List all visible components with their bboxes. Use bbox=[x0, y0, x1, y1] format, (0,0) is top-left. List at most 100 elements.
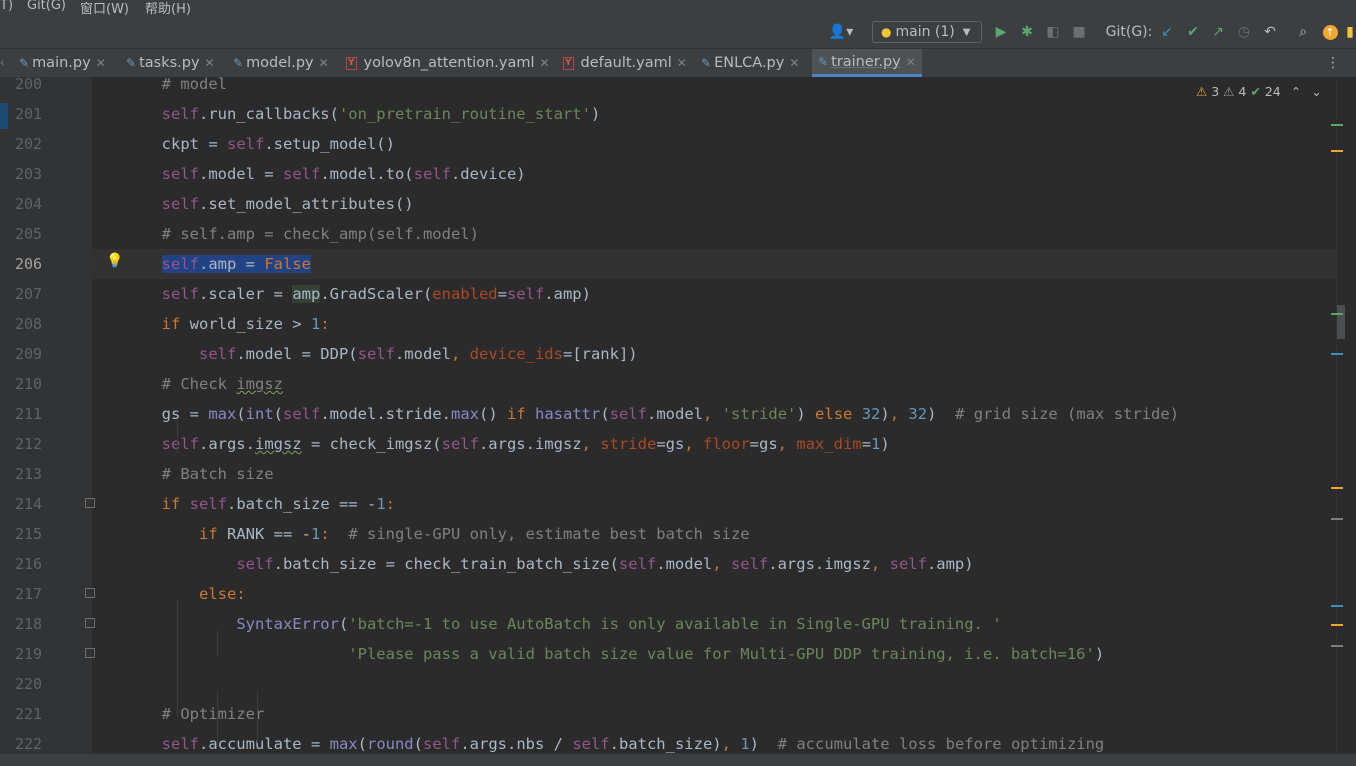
editor-scrollbar[interactable] bbox=[1336, 77, 1356, 753]
code-line[interactable]: self.set_model_attributes() bbox=[87, 189, 414, 219]
plugin-icon[interactable]: ▮ bbox=[1344, 16, 1356, 48]
weak-warning-icon: ⚠ bbox=[1223, 83, 1235, 99]
code-line[interactable]: self.model = self.model.to(self.device) bbox=[87, 159, 526, 189]
line-number: 220 bbox=[15, 675, 43, 693]
prev-highlight-icon[interactable]: ⌃ bbox=[1291, 84, 1301, 99]
tab-default-yaml[interactable]: Y default.yaml ✕ bbox=[563, 49, 687, 77]
python-file-icon: ✎ bbox=[701, 56, 712, 70]
close-icon[interactable]: ✕ bbox=[906, 55, 916, 69]
tab-label: yolov8n_attention.yaml bbox=[363, 55, 535, 71]
menu-bar: T) Git(G) 窗口(W) 帮助(H) bbox=[0, 0, 1356, 16]
code-line[interactable]: self.batch_size = check_train_batch_size… bbox=[87, 549, 973, 579]
info-marker bbox=[1331, 353, 1343, 355]
tab-yolov8n-attention-yaml[interactable]: Y yolov8n_attention.yaml ✕ bbox=[346, 49, 550, 77]
tab-label: ENLCA.py bbox=[714, 55, 785, 71]
line-number: 212 bbox=[15, 435, 43, 453]
code-line[interactable]: # Optimizer bbox=[87, 699, 265, 729]
close-icon[interactable]: ✕ bbox=[677, 56, 687, 70]
typo-check-icon: ✔ bbox=[1250, 83, 1261, 99]
code-line[interactable]: if self.batch_size == -1: bbox=[87, 489, 395, 519]
search-icon[interactable]: ⌕ bbox=[1292, 16, 1314, 48]
ok-count: 24 bbox=[1264, 83, 1281, 99]
close-icon[interactable]: ✕ bbox=[789, 56, 799, 70]
line-number: 201 bbox=[15, 105, 43, 123]
line-number: 200 bbox=[15, 77, 43, 93]
code-line[interactable]: self.args.imgsz = check_imgsz(self.args.… bbox=[87, 429, 890, 459]
line-number: 219 bbox=[15, 645, 43, 663]
fold-marker-icon[interactable] bbox=[85, 618, 95, 628]
line-number: 206 bbox=[15, 255, 43, 273]
code-line[interactable]: # Batch size bbox=[87, 459, 274, 489]
code-line[interactable]: self.run_callbacks('on_pretrain_routine_… bbox=[87, 99, 601, 129]
indent-guide bbox=[177, 600, 178, 717]
python-file-icon: ✎ bbox=[233, 56, 244, 70]
code-line[interactable]: if world_size > 1: bbox=[87, 309, 330, 339]
lightbulb-icon[interactable]: 💡 bbox=[106, 253, 123, 269]
fold-marker-icon[interactable] bbox=[85, 498, 95, 508]
line-number: 213 bbox=[15, 465, 43, 483]
tab-model-py[interactable]: ✎ model.py ✕ bbox=[233, 49, 329, 77]
code-line[interactable]: SyntaxError('batch=-1 to use AutoBatch i… bbox=[87, 609, 1001, 639]
debug-icon[interactable]: ✱ bbox=[1016, 16, 1038, 48]
close-icon[interactable]: ✕ bbox=[319, 56, 329, 70]
tab-trainer-py[interactable]: ✎ trainer.py ✕ bbox=[812, 49, 922, 77]
line-number: 204 bbox=[15, 195, 43, 213]
tab-main-py[interactable]: ✎ main.py ✕ bbox=[19, 49, 106, 77]
code-line[interactable]: else: bbox=[87, 579, 246, 609]
python-icon: ● bbox=[881, 25, 892, 39]
inspection-widget[interactable]: ⚠ 3 ⚠ 4 ✔ 24 ⌃ ⌄ bbox=[1196, 80, 1326, 102]
scrollbar-thumb[interactable] bbox=[1337, 305, 1345, 339]
line-number: 208 bbox=[15, 315, 43, 333]
change-marker bbox=[1331, 124, 1343, 126]
next-highlight-icon[interactable]: ⌄ bbox=[1311, 84, 1321, 99]
git-commit-icon[interactable]: ✔ bbox=[1183, 16, 1203, 48]
tab-label: tasks.py bbox=[139, 55, 200, 71]
code-line[interactable]: self.scaler = amp.GradScaler(enabled=sel… bbox=[87, 279, 591, 309]
fold-marker-icon[interactable] bbox=[85, 648, 95, 658]
tab-enlca-py[interactable]: ✎ ENLCA.py ✕ bbox=[701, 49, 799, 77]
update-icon[interactable]: ↑ bbox=[1319, 16, 1341, 48]
git-push-icon[interactable]: ↗ bbox=[1208, 16, 1228, 48]
tab-label: main.py bbox=[32, 55, 91, 71]
code-line[interactable]: # self.amp = check_amp(self.model) bbox=[87, 219, 479, 249]
coverage-icon[interactable]: ◧ bbox=[1042, 16, 1064, 48]
weak-warning-count: 4 bbox=[1238, 83, 1247, 99]
code-line[interactable]: # model bbox=[87, 77, 227, 99]
code-line[interactable]: if RANK == -1: # single-GPU only, estima… bbox=[87, 519, 750, 549]
stop-icon[interactable]: ■ bbox=[1068, 16, 1090, 48]
run-config-label: main (1) bbox=[895, 24, 955, 40]
close-icon[interactable]: ✕ bbox=[205, 56, 215, 70]
menu-item-tools[interactable]: T) bbox=[0, 0, 13, 13]
tab-label: trainer.py bbox=[831, 53, 901, 70]
close-icon[interactable]: ✕ bbox=[96, 56, 106, 70]
git-update-icon[interactable]: ↙ bbox=[1157, 16, 1177, 48]
git-rollback-icon[interactable]: ↶ bbox=[1260, 16, 1280, 48]
code-line[interactable]: gs = max(int(self.model.stride.max() if … bbox=[87, 399, 1179, 429]
code-line[interactable]: ckpt = self.setup_model() bbox=[87, 129, 395, 159]
menu-item-git[interactable]: Git(G) bbox=[27, 0, 66, 13]
git-history-icon[interactable]: ◷ bbox=[1234, 16, 1254, 48]
code-line[interactable]: self.accumulate = max(round(self.args.nb… bbox=[87, 729, 1105, 753]
run-config-selector[interactable]: ● main (1) ▼ bbox=[872, 21, 982, 43]
menu-item-window[interactable]: 窗口(W) bbox=[80, 0, 129, 16]
menu-item-help[interactable]: 帮助(H) bbox=[145, 0, 191, 16]
indent-guide bbox=[217, 690, 218, 743]
info-marker bbox=[1331, 605, 1343, 607]
code-line[interactable]: self.model = DDP(self.model, device_ids=… bbox=[87, 339, 638, 369]
user-icon[interactable]: 👤▾ bbox=[826, 16, 856, 48]
indent-guide bbox=[177, 420, 178, 453]
tab-list-menu-icon[interactable]: ⋮ bbox=[1326, 49, 1340, 77]
yaml-file-icon: Y bbox=[346, 56, 357, 70]
code-line[interactable]: 'Please pass a valid batch size value fo… bbox=[87, 639, 1104, 669]
close-icon[interactable]: ✕ bbox=[540, 56, 550, 70]
tab-scroll-left-icon[interactable]: ‹ bbox=[0, 49, 10, 77]
fold-marker-icon[interactable] bbox=[85, 588, 95, 598]
code-line[interactable]: # Check imgsz bbox=[87, 369, 283, 399]
run-icon[interactable]: ▶ bbox=[990, 16, 1012, 48]
line-number: 217 bbox=[15, 585, 43, 603]
tab-tasks-py[interactable]: ✎ tasks.py ✕ bbox=[126, 49, 215, 77]
line-number: 203 bbox=[15, 165, 43, 183]
yaml-file-icon: Y bbox=[563, 56, 574, 70]
line-number: 205 bbox=[15, 225, 43, 243]
editor-tab-bar: ‹ ✎ main.py ✕ ✎ tasks.py ✕ ✎ model.py ✕ … bbox=[0, 49, 1356, 78]
